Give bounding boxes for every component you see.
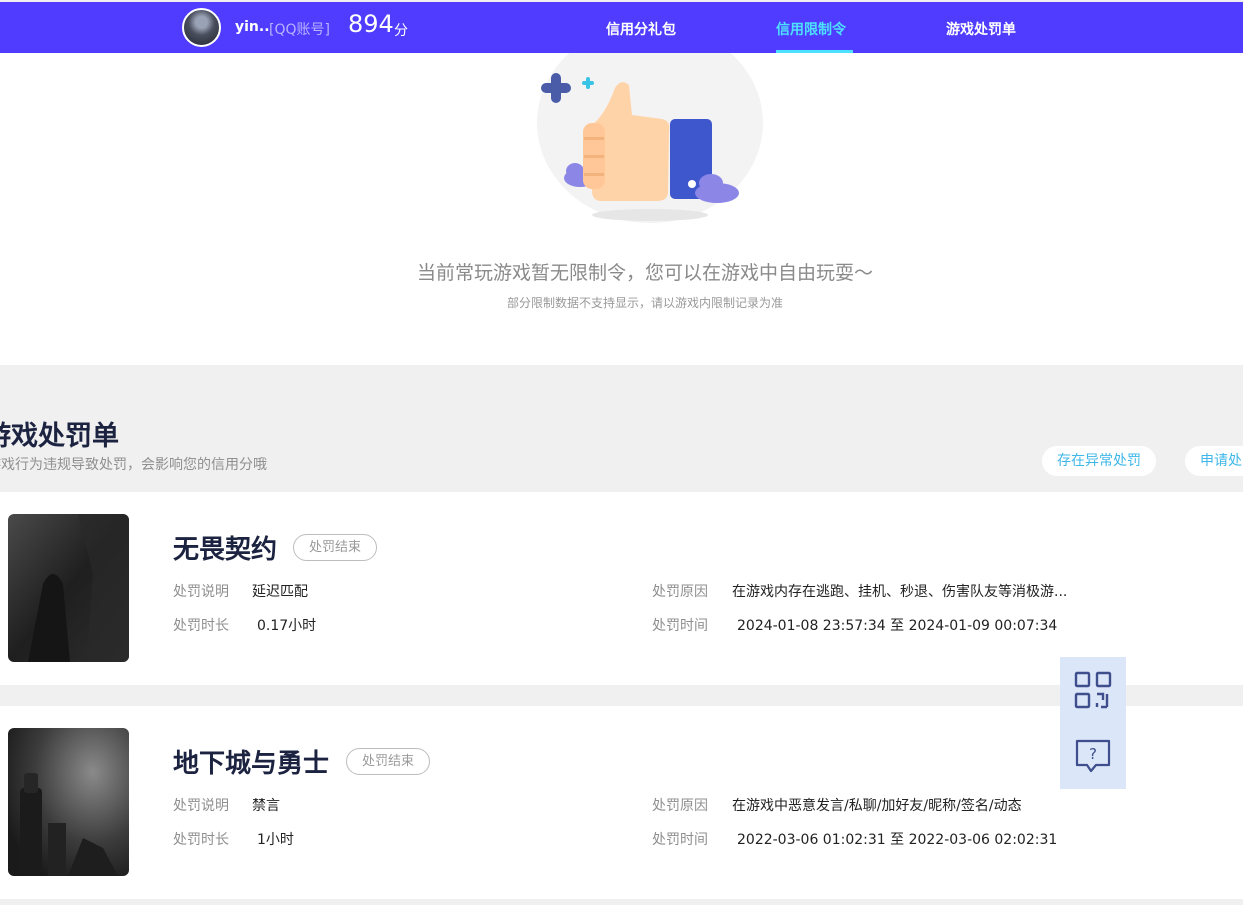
- section-title: 游戏处罚单: [0, 421, 119, 452]
- avatar[interactable]: [182, 8, 221, 47]
- duration-label: 处罚时长: [173, 832, 229, 848]
- penalty-card[interactable]: 无畏契约 处罚结束 处罚说明 延迟匹配 处罚时长 0.17小时 处罚原因 在游戏…: [0, 492, 1243, 685]
- status-badge: 处罚结束: [293, 534, 378, 561]
- reason-value: 在游戏内存在逃跑、挂机、秒退、伤害队友等消极游...: [732, 584, 1068, 600]
- duration-value: 0.17小时: [257, 618, 317, 634]
- top-nav-bar: yin.. [QQ账号] 894 分 信用分礼包 信用限制令 游戏处罚单: [0, 2, 1243, 53]
- reason-label: 处罚原因: [652, 798, 708, 814]
- help-chat-icon: ?: [1075, 739, 1111, 773]
- section-description: 游戏行为违规导致处罚，会影响您的信用分哦: [0, 457, 267, 473]
- duration-label: 处罚时长: [173, 618, 229, 634]
- tab-restriction-order[interactable]: 信用限制令: [776, 19, 846, 39]
- credit-score-unit: 分: [394, 23, 408, 39]
- tab-game-penalty[interactable]: 游戏处罚单: [946, 19, 1016, 39]
- time-value: 2022-03-06 01:02:31 至 2022-03-06 02:02:3…: [737, 832, 1058, 848]
- reason-value: 在游戏中恶意发言/私聊/加好友/昵称/签名/动态: [732, 798, 1022, 814]
- game-name: 无畏契约: [173, 535, 278, 565]
- status-badge: 处罚结束: [346, 748, 431, 775]
- help-chat-button[interactable]: ?: [1060, 723, 1126, 789]
- game-cover-image: [8, 728, 129, 876]
- qr-code-icon: [1074, 671, 1112, 709]
- game-cover-image: [8, 514, 129, 662]
- duration-value: 1小时: [257, 832, 294, 848]
- penalty-card[interactable]: 地下城与勇士 处罚结束 处罚说明 禁言 处罚时长 1小时 处罚原因 在游戏中恶意…: [0, 706, 1243, 899]
- thumbs-up-illustration: [537, 53, 763, 223]
- description-value: 禁言: [252, 798, 280, 814]
- time-value: 2024-01-08 23:57:34 至 2024-01-09 00:07:3…: [737, 618, 1058, 634]
- time-label: 处罚时间: [652, 618, 708, 634]
- credit-score: 894: [348, 10, 394, 38]
- svg-text:?: ?: [1089, 745, 1097, 763]
- time-label: 处罚时间: [652, 832, 708, 848]
- description-label: 处罚说明: [173, 798, 229, 814]
- empty-restriction-message: 当前常玩游戏暂无限制令，您可以在游戏中自由玩耍～: [416, 262, 873, 284]
- tab-credit-gift[interactable]: 信用分礼包: [606, 19, 676, 39]
- reason-label: 处罚原因: [652, 584, 708, 600]
- description-value: 延迟匹配: [252, 584, 308, 600]
- qr-code-button[interactable]: [1060, 657, 1126, 723]
- abnormal-penalty-button[interactable]: 存在异常处罚: [1042, 446, 1156, 476]
- appeal-penalty-button[interactable]: 申请处罚: [1185, 446, 1243, 476]
- account-type: [QQ账号]: [269, 22, 330, 38]
- game-name: 地下城与勇士: [173, 749, 330, 779]
- restriction-note: 部分限制数据不支持显示，请以游戏内限制记录为准: [506, 296, 783, 310]
- description-label: 处罚说明: [173, 584, 229, 600]
- username: yin..: [235, 19, 270, 35]
